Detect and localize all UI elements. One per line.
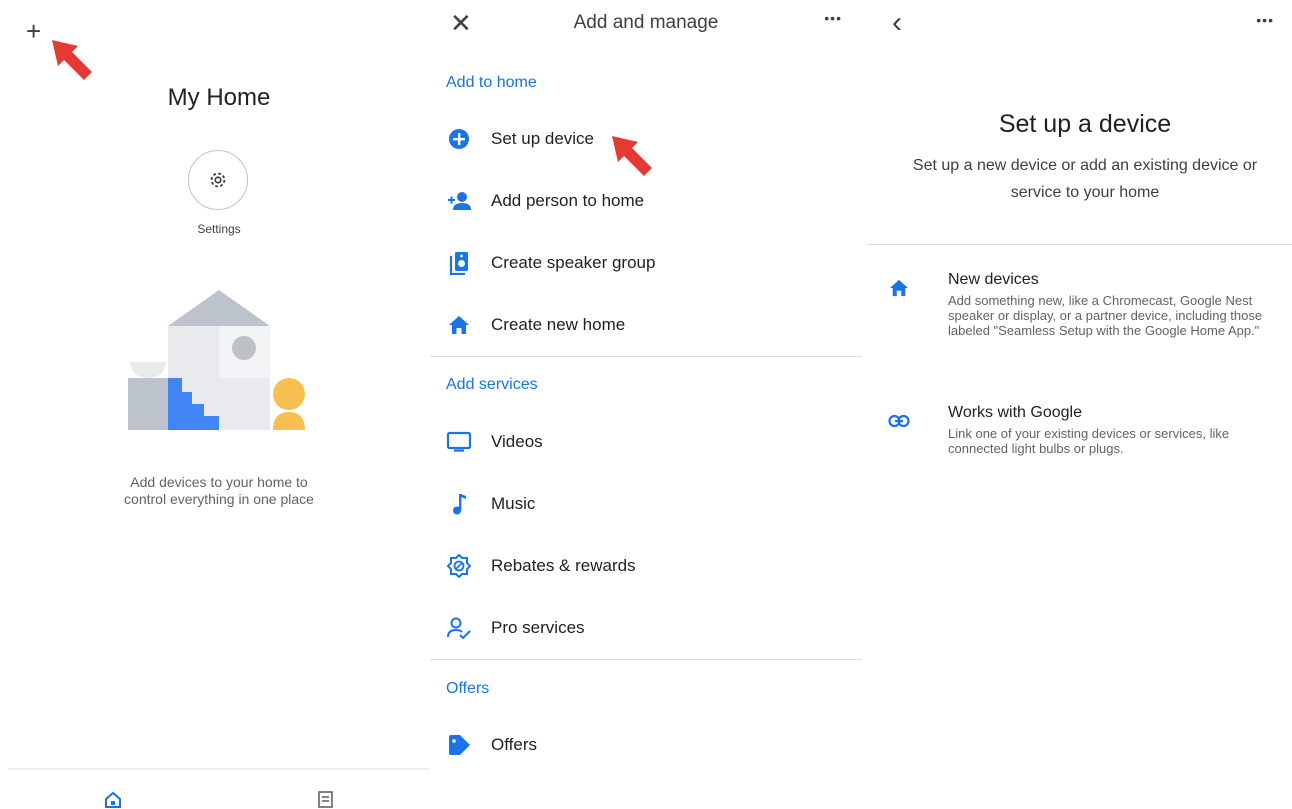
home-tab-icon[interactable]: [104, 790, 122, 808]
feed-tab-icon[interactable]: [316, 790, 334, 808]
menu-item-label: Rebates & rewards: [491, 556, 636, 575]
menu-item-offers[interactable]: Offers: [430, 721, 862, 769]
home-panel: + My Home Settings Add devices to your h…: [0, 0, 430, 809]
settings-label: Settings: [197, 222, 241, 236]
menu-item-label: Create new home: [491, 315, 626, 334]
section-divider: [430, 356, 862, 357]
gear-icon: [210, 172, 226, 188]
home-illustration: [128, 290, 305, 430]
menu-item-label: Set up device: [491, 129, 595, 148]
section-divider: [430, 659, 862, 660]
menu-item-label: Music: [491, 494, 536, 513]
back-arrow-icon[interactable]: ‹: [892, 8, 902, 38]
add-manage-panel: ✕ Add and manage ••• Add to home Set up …: [430, 0, 862, 809]
tv-icon: [446, 429, 472, 455]
option-title: New devices: [948, 271, 1039, 288]
menu-item-label: Pro services: [491, 618, 585, 637]
link-icon: [886, 408, 912, 434]
pro-services-icon: [446, 615, 472, 641]
option-title: Works with Google: [948, 404, 1082, 421]
add-icon[interactable]: +: [26, 18, 41, 44]
menu-item-label: Create speaker group: [491, 253, 656, 272]
page-title: My Home: [167, 84, 271, 111]
option-description: Link one of your existing devices or ser…: [948, 426, 1230, 456]
menu-item-label: Offers: [491, 735, 537, 754]
menu-item-add-person[interactable]: Add person to home: [430, 177, 862, 225]
empty-state-message: Add devices to your home to control ever…: [124, 474, 314, 507]
menu-item-pro-services[interactable]: Pro services: [430, 604, 862, 652]
menu-item-label: Videos: [491, 432, 543, 451]
setup-device-panel: ‹ ••• Set up a device Set up a new devic…: [868, 0, 1292, 809]
add-circle-icon: [446, 126, 472, 152]
bottom-nav-divider: [8, 768, 430, 770]
menu-item-rebates-rewards[interactable]: Rebates & rewards: [430, 542, 862, 590]
settings-button[interactable]: [188, 150, 248, 210]
menu-item-create-speaker-group[interactable]: Create speaker group: [430, 239, 862, 287]
section-heading-add-services: Add services: [446, 376, 538, 393]
rebates-icon: [446, 553, 472, 579]
music-note-icon: [446, 491, 472, 517]
more-options-icon[interactable]: •••: [1256, 12, 1274, 28]
tag-icon: [446, 732, 472, 758]
setup-subtitle: Set up a new device or add an existing d…: [912, 157, 1258, 201]
annotation-arrow: [52, 40, 92, 80]
setup-title: Set up a device: [998, 110, 1172, 138]
setup-divider: [868, 244, 1292, 245]
add-manage-title: Add and manage: [573, 12, 719, 33]
section-heading-offers: Offers: [446, 680, 490, 697]
menu-item-videos[interactable]: Videos: [430, 418, 862, 466]
section-heading-add-to-home: Add to home: [446, 74, 537, 91]
option-description: Add something new, like a Chromecast, Go…: [948, 293, 1263, 338]
menu-item-music[interactable]: Music: [430, 480, 862, 528]
speaker-group-icon: [446, 250, 472, 276]
more-options-icon[interactable]: •••: [824, 10, 842, 26]
annotation-arrow: [612, 136, 652, 176]
home-icon: [446, 312, 472, 338]
menu-item-create-new-home[interactable]: Create new home: [430, 301, 862, 349]
menu-item-label: Add person to home: [491, 191, 645, 210]
add-person-icon: [446, 188, 472, 214]
home-icon: [886, 275, 912, 301]
